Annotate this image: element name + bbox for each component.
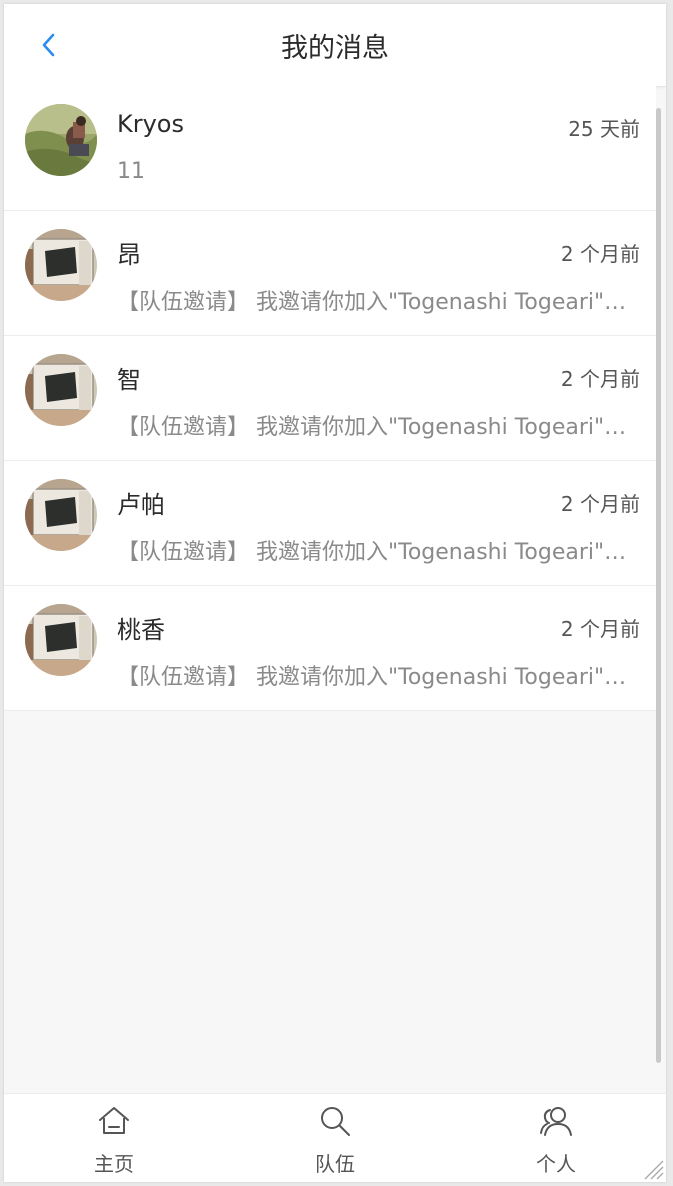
avatar[interactable] <box>25 479 97 551</box>
message-item[interactable]: 昂 2 个月前 【队伍邀请】 我邀请你加入"Togenashi Togeari"… <box>4 211 656 336</box>
avatar[interactable] <box>25 354 97 426</box>
header-bar: 我的消息 <box>4 4 666 87</box>
message-list: Kryos 25 天前 11 昂 2 个月前 【队伍邀请】 我邀请你加入"Tog… <box>4 86 656 711</box>
contact-name: 昂 <box>117 241 141 269</box>
message-time: 2 个月前 <box>560 617 640 641</box>
resize-grip-icon[interactable] <box>642 1158 664 1180</box>
message-time: 25 天前 <box>568 117 640 141</box>
tab-team[interactable]: 队伍 <box>275 1094 395 1182</box>
message-preview: 【队伍邀请】 我邀请你加入"Togenashi Togeari"队伍 <box>117 290 640 315</box>
message-preview: 11 <box>117 159 145 184</box>
message-preview: 【队伍邀请】 我邀请你加入"Togenashi Togeari"队伍 <box>117 540 640 565</box>
contact-name: 卢帕 <box>117 491 165 519</box>
tab-home[interactable]: 主页 <box>54 1094 174 1182</box>
avatar[interactable] <box>25 104 97 176</box>
message-item[interactable]: 卢帕 2 个月前 【队伍邀请】 我邀请你加入"Togenashi Togeari… <box>4 461 656 586</box>
message-item[interactable]: 智 2 个月前 【队伍邀请】 我邀请你加入"Togenashi Togeari"… <box>4 336 656 461</box>
avatar[interactable] <box>25 604 97 676</box>
page-title: 我的消息 <box>281 33 389 64</box>
message-preview: 【队伍邀请】 我邀请你加入"Togenashi Togeari"队伍 <box>117 415 640 440</box>
bottom-tab-bar: 主页 队伍 个人 <box>4 1093 666 1182</box>
message-item[interactable]: Kryos 25 天前 11 <box>4 86 656 211</box>
tab-home-label: 主页 <box>94 1152 134 1176</box>
message-preview: 【队伍邀请】 我邀请你加入"Togenashi Togeari"队伍 <box>117 665 640 690</box>
message-time: 2 个月前 <box>560 367 640 391</box>
scrollbar[interactable] <box>656 108 661 1063</box>
contact-name: 桃香 <box>117 616 165 644</box>
tab-team-label: 队伍 <box>315 1152 355 1176</box>
message-time: 2 个月前 <box>560 492 640 516</box>
message-item[interactable]: 桃香 2 个月前 【队伍邀请】 我邀请你加入"Togenashi Togeari… <box>4 586 656 711</box>
message-time: 2 个月前 <box>560 242 640 266</box>
contact-name: Kryos <box>117 110 184 138</box>
search-icon <box>321 1107 350 1136</box>
tab-profile-label: 个人 <box>536 1152 576 1176</box>
contact-name: 智 <box>117 366 141 394</box>
app-window: 我的消息 Kryos 25 天前 11 昂 2 个月前 【队伍邀请】 我邀请你加… <box>4 4 666 1182</box>
home-icon <box>99 1107 129 1134</box>
tab-profile[interactable]: 个人 <box>496 1094 616 1182</box>
avatar[interactable] <box>25 229 97 301</box>
users-icon <box>540 1107 572 1136</box>
